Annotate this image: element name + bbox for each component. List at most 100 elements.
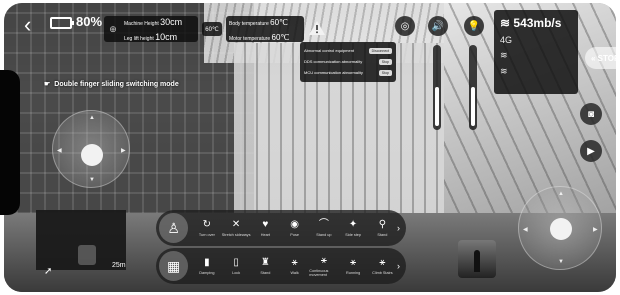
gait-item[interactable]: ⚹ Walk [280, 257, 309, 275]
action-icon: ⚲ [378, 219, 387, 230]
network-panel: ≋ 543mb/s 4G ≋ ≋ [494, 10, 578, 94]
action-icon: ↻ [202, 219, 212, 230]
action-label: Stretch sideways [221, 233, 251, 237]
chevron-left-icon: ◀ [57, 148, 62, 154]
action-label: Heart [260, 233, 271, 237]
alarm-state-pill[interactable]: Disconnect [368, 47, 392, 54]
chevron-right-icon: ▶ [593, 227, 598, 233]
action-item[interactable]: ✦ Side step [339, 219, 368, 237]
left-joystick[interactable]: ▲ ▼ ◀ ▶ [52, 110, 130, 188]
action-icon: ✕ [231, 219, 241, 230]
person-silhouette-icon [474, 250, 480, 272]
left-joystick-knob[interactable] [81, 144, 103, 166]
action-icon: ◉ [290, 219, 299, 230]
minimap[interactable] [36, 210, 126, 270]
action-item[interactable]: ⌒ Stand up [309, 219, 338, 237]
right-joystick-knob[interactable] [550, 218, 572, 240]
gait-label: Damping [199, 271, 215, 275]
chevron-down-icon: ▼ [89, 177, 95, 183]
gait-item[interactable]: ♜ Stand [251, 257, 280, 275]
action-label: Stand up [316, 233, 332, 237]
target-icon[interactable]: ◎ [395, 16, 415, 36]
light-slider-fill [471, 87, 475, 126]
right-joystick[interactable]: ▲ ▼ ◀ ▶ [518, 186, 602, 270]
gait-label: Continuous movement [309, 269, 329, 277]
alarm-panel: Abnormal control equipment Disconnect DD… [300, 42, 396, 82]
action-label: Side step [345, 233, 362, 237]
gait-item[interactable]: ⚹ Running [339, 257, 368, 275]
action-item[interactable]: ◉ Pose [280, 219, 309, 237]
gait-icon: ⚹ [350, 257, 357, 268]
action-icon: ♥ [262, 219, 269, 230]
action-label: Turn over [198, 233, 215, 237]
gait-label: Running [346, 271, 361, 275]
gait-label: Lock [232, 271, 241, 275]
gait-item[interactable]: ⚹ Continuous movement [309, 255, 338, 277]
gait-icon: ⚹ [291, 257, 298, 268]
person-icon[interactable]: ♙ [159, 213, 189, 243]
motor-temp-label: Motor temperature [229, 36, 271, 42]
temperature-panel: Body temperature 60℃ Motor temperature 6… [226, 16, 304, 42]
video-record-icon[interactable]: ▶ [580, 140, 602, 162]
gait-item[interactable]: ▮ Damping [192, 257, 221, 275]
body-temp-label: Body temperature [229, 21, 269, 27]
volume-slider[interactable] [433, 45, 441, 130]
robot-dog-icon: ⊕ [109, 23, 117, 34]
alarm-row: MCU communication abnormality Stop [304, 67, 392, 78]
alarm-label: MCU communication abnormality [304, 70, 363, 75]
stop-button[interactable]: « STOP [585, 47, 620, 69]
alarm-row: Abnormal control equipment Disconnect [304, 45, 392, 56]
gait-item[interactable]: ▯ Lock [222, 257, 251, 275]
chevron-up-icon: ▲ [89, 115, 95, 121]
avatar[interactable] [458, 240, 496, 278]
action-item[interactable]: ⚲ Stand [368, 219, 397, 237]
robot-marker-icon [78, 245, 96, 265]
wifi-icon: ≋ [500, 50, 508, 60]
height-info-panel: ⊕ Machine Height 30cm Leg lift height 10… [104, 16, 198, 42]
hand-swipe-icon: ☛ [44, 81, 51, 88]
phone-notch [0, 70, 20, 215]
action-label: Stand [377, 233, 388, 237]
leg-lift-value: 10cm [155, 32, 178, 42]
action-mode-bar: ♙ ↻ Turn over ✕ Stretch sideways ♥ Heart ◉ P… [156, 210, 406, 246]
gait-icon: ▯ [233, 257, 239, 268]
light-slider[interactable] [469, 45, 477, 130]
battery-icon [50, 17, 74, 29]
gait-icon: ♜ [260, 257, 270, 268]
battery-percent: 80% [76, 14, 103, 29]
chevron-up-icon: ▲ [558, 191, 564, 197]
mode-switch-hint: ☛ Double finger sliding switching mode [44, 80, 179, 89]
light-bulb-icon[interactable]: 💡 [464, 16, 484, 36]
action-icon: ⌒ [318, 219, 329, 230]
action-item[interactable]: ✕ Stretch sideways [222, 219, 251, 237]
alarm-label: DDS communication abnormality [304, 59, 363, 64]
action-item[interactable]: ♥ Heart [251, 219, 280, 237]
network-speed: 543mb/s [513, 16, 562, 30]
camera-icon[interactable]: ◙ [580, 103, 602, 125]
alarm-row: DDS communication abnormality Stop [304, 56, 392, 67]
chevron-right-icon[interactable]: › [397, 261, 400, 271]
chevron-right-icon[interactable]: › [397, 223, 400, 233]
mode-switch-hint-text: Double finger sliding switching mode [54, 80, 179, 88]
leg-lift-label: Leg lift height [124, 36, 154, 42]
grid-icon[interactable]: ▦ [159, 251, 189, 281]
wifi-icon: ≋ [500, 16, 511, 30]
alarm-state-pill[interactable]: Stop [378, 69, 392, 76]
compass-icon[interactable]: ➚ [44, 266, 52, 277]
alarm-state-pill[interactable]: Stop [378, 58, 392, 65]
warning-icon[interactable] [309, 21, 325, 35]
gait-label: Stand [260, 271, 271, 275]
gait-label: Climb Stairs [372, 271, 393, 275]
cell-signal-label: 4G [500, 35, 513, 45]
body-temp-value: 60℃ [270, 18, 289, 27]
action-item[interactable]: ↻ Turn over [192, 219, 221, 237]
action-label: Pose [290, 233, 299, 237]
gait-mode-bar: ▦ ▮ Damping ▯ Lock ♜ Stand ⚹ Walk ⚹ Continuou… [156, 248, 406, 284]
map-scale: 25m [112, 262, 126, 269]
back-arrow-icon[interactable]: ‹ [24, 12, 31, 38]
motor-temp-value: 60℃ [271, 33, 290, 42]
volume-icon[interactable]: 🔊 [428, 16, 448, 36]
gait-icon: ⚹ [320, 255, 327, 266]
gait-item[interactable]: ⚹ Climb Stairs [368, 257, 397, 275]
gait-icon: ▮ [204, 257, 210, 268]
